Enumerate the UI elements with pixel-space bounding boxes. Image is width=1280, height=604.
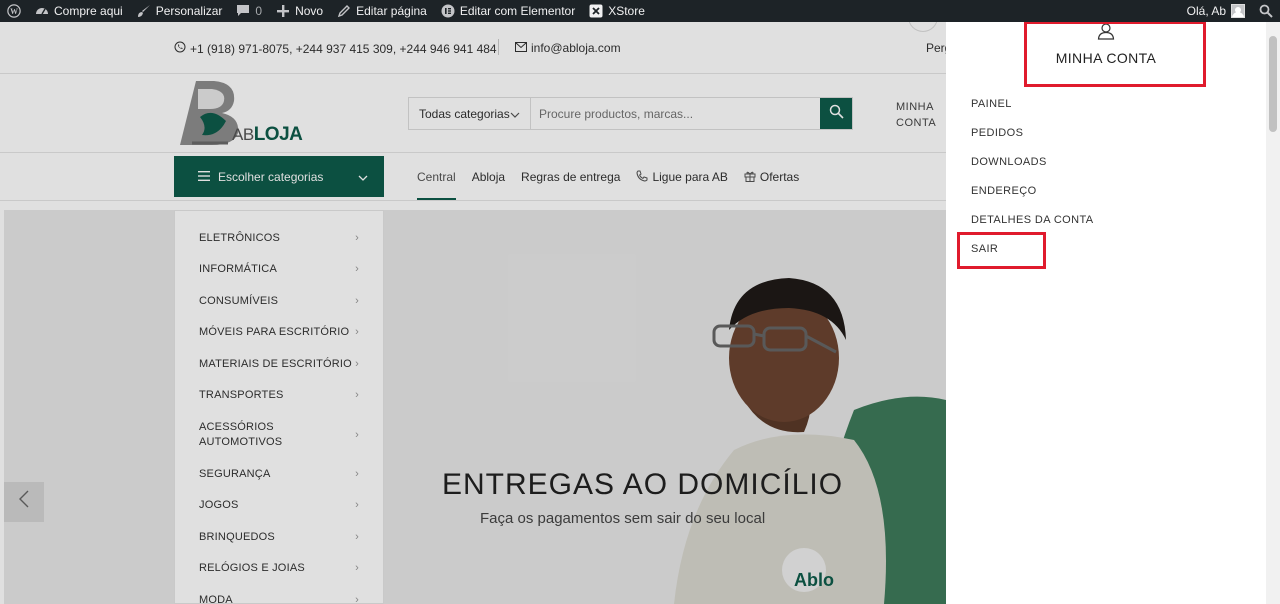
admin-bar: W Compre aqui Personalizar 0 Novo Editar…	[0, 0, 1280, 22]
admin-wordpress-menu[interactable]: W	[0, 0, 28, 22]
account-link-painel[interactable]: PAINEL	[971, 98, 1094, 127]
comment-icon	[236, 4, 250, 18]
admin-novo[interactable]: Novo	[269, 0, 330, 22]
page-scrollbar[interactable]	[1266, 22, 1280, 604]
dashboard-icon	[35, 4, 49, 18]
search-icon	[1259, 4, 1273, 18]
admin-editar-pagina[interactable]: Editar página	[330, 0, 434, 22]
admin-item-label: 0	[255, 4, 263, 18]
page-overlay[interactable]	[0, 22, 946, 604]
admin-item-label: Compre aqui	[54, 4, 123, 18]
admin-item-label: Novo	[295, 4, 324, 18]
admin-comments[interactable]: 0	[229, 0, 269, 22]
admin-item-label: Editar com Elementor	[459, 4, 576, 18]
admin-elementor[interactable]: Editar com Elementor	[434, 0, 582, 22]
avatar	[1231, 4, 1245, 18]
greeting-text: Olá, Ab	[1186, 4, 1226, 18]
account-link-endereco[interactable]: ENDEREÇO	[971, 185, 1094, 214]
wordpress-icon: W	[7, 4, 21, 18]
admin-item-label: Editar página	[356, 4, 427, 18]
scrollbar-thumb[interactable]	[1269, 36, 1277, 132]
admin-account-greeting[interactable]: Olá, Ab	[1180, 0, 1252, 22]
svg-text:W: W	[10, 7, 18, 16]
pencil-icon	[337, 4, 351, 18]
account-link-downloads[interactable]: DOWNLOADS	[971, 156, 1094, 185]
brush-icon	[137, 4, 151, 18]
elementor-icon	[441, 4, 455, 18]
admin-search[interactable]	[1252, 0, 1280, 22]
admin-personalizar[interactable]: Personalizar	[130, 0, 230, 22]
admin-item-label: XStore	[608, 4, 645, 18]
admin-xstore[interactable]: XStore	[582, 0, 652, 22]
xstore-icon	[589, 4, 603, 18]
highlight-box-sair	[957, 232, 1046, 269]
account-link-pedidos[interactable]: PEDIDOS	[971, 127, 1094, 156]
plus-icon	[276, 4, 290, 18]
account-panel: MINHA CONTA PAINEL PEDIDOS DOWNLOADS END…	[946, 21, 1266, 604]
admin-item-label: Personalizar	[155, 4, 223, 18]
admin-compre-aqui[interactable]: Compre aqui	[28, 0, 130, 22]
highlight-box-title	[1024, 21, 1206, 87]
